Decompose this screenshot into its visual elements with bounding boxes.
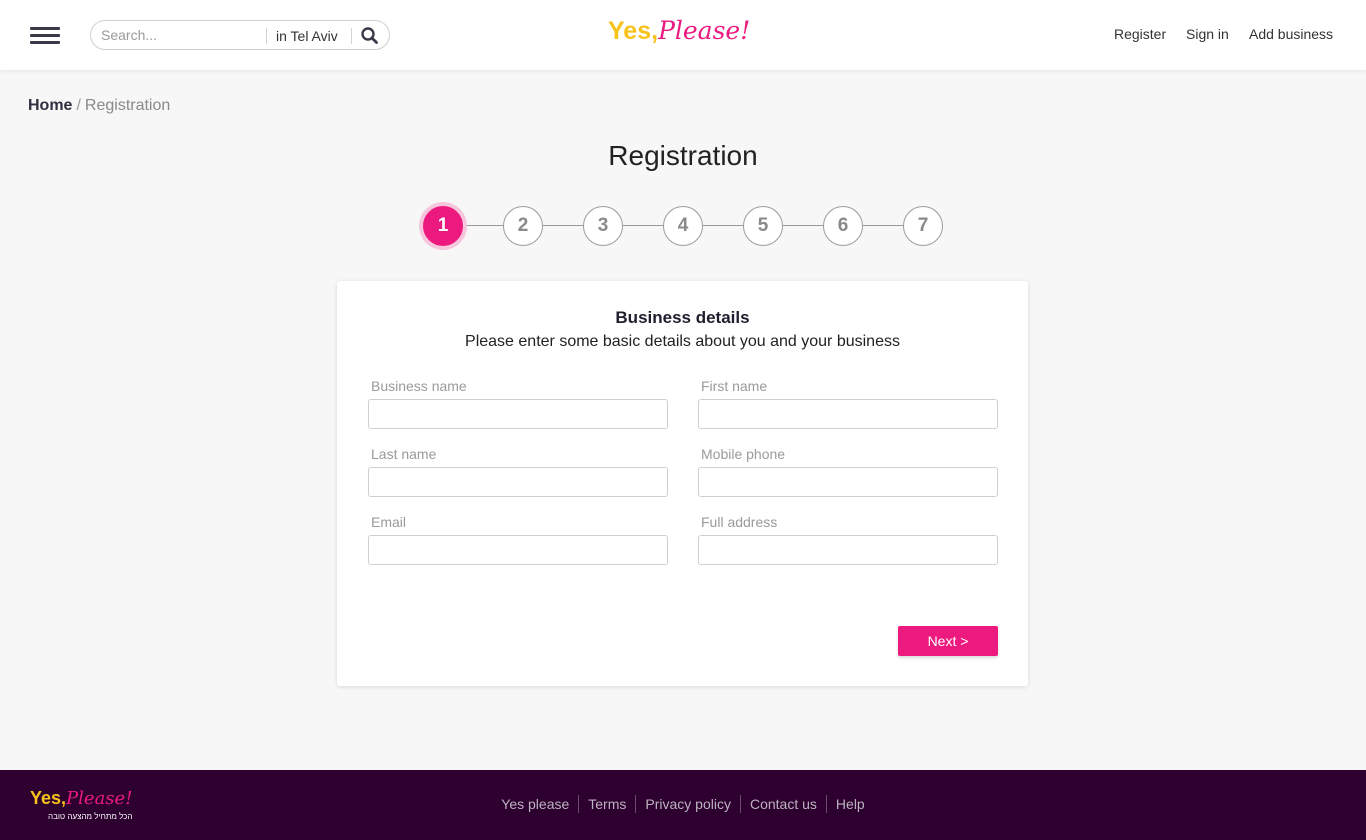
form-subtitle: Please enter some basic details about yo… <box>465 333 900 350</box>
page-title: Registration <box>608 140 758 171</box>
site-logo[interactable]: Yes,Please! <box>608 16 750 52</box>
form-title: Business details <box>615 308 750 327</box>
logo-please: Please! <box>658 16 751 45</box>
footer-links: Yes please Terms Privacy policy Contact us H… <box>0 795 1366 813</box>
step-1[interactable]: 1 <box>423 206 463 246</box>
mobile-phone-label: Mobile phone <box>701 446 786 462</box>
step-7[interactable]: 7 <box>903 206 943 246</box>
step-5[interactable]: 5 <box>743 206 783 246</box>
step-4[interactable]: 4 <box>663 206 703 246</box>
full-address-field[interactable] <box>698 535 998 565</box>
registration-stepper: 1 2 3 4 5 6 7 <box>0 206 1366 246</box>
search-bar: in Tel Aviv <box>90 20 390 50</box>
email-field[interactable] <box>368 535 668 565</box>
breadcrumb: Home / Registration <box>28 97 170 115</box>
search-divider <box>266 28 267 44</box>
footer-link-contact-us[interactable]: Contact us <box>739 795 826 813</box>
step-connector <box>463 225 503 226</box>
step-connector <box>863 225 903 226</box>
first-name-field[interactable] <box>698 399 998 429</box>
step-connector <box>543 225 583 226</box>
registration-form-card: Business details Please enter some basic… <box>337 281 1028 686</box>
logo-yes: Yes, <box>608 17 659 45</box>
hamburger-menu-icon[interactable] <box>30 27 60 45</box>
mobile-phone-field[interactable] <box>698 467 998 497</box>
location-selector[interactable]: in Tel Aviv <box>276 28 338 44</box>
last-name-label: Last name <box>371 446 437 462</box>
footer-link-help[interactable]: Help <box>825 795 874 813</box>
breadcrumb-home[interactable]: Home <box>28 97 72 114</box>
first-name-label: First name <box>701 378 768 394</box>
footer-link-privacy-policy[interactable]: Privacy policy <box>635 795 740 813</box>
search-input[interactable] <box>101 25 261 45</box>
last-name-field[interactable] <box>368 467 668 497</box>
register-link[interactable]: Register <box>1114 26 1166 42</box>
top-header: in Tel Aviv Yes,Please! Register Sign in… <box>0 0 1366 70</box>
business-name-label: Business name <box>371 378 467 394</box>
email-label: Email <box>371 514 407 530</box>
business-name-field[interactable] <box>368 399 668 429</box>
step-6[interactable]: 6 <box>823 206 863 246</box>
step-connector <box>623 225 663 226</box>
site-footer: Yes,Please! הכל מתחיל מהצעה טובה Yes ple… <box>0 770 1366 840</box>
search-icon[interactable] <box>359 25 381 47</box>
breadcrumb-current: Registration <box>84 97 171 114</box>
add-business-link[interactable]: Add business <box>1249 26 1333 42</box>
footer-tagline: הכל מתחיל מהצעה טובה <box>48 812 133 821</box>
step-connector <box>703 225 743 226</box>
step-3[interactable]: 3 <box>583 206 623 246</box>
sign-in-link[interactable]: Sign in <box>1186 26 1229 42</box>
full-address-label: Full address <box>701 514 778 530</box>
search-divider <box>351 28 352 44</box>
step-2[interactable]: 2 <box>503 206 543 246</box>
footer-link-terms[interactable]: Terms <box>578 795 635 813</box>
next-button[interactable]: Next > <box>898 626 998 656</box>
footer-link-yes-please[interactable]: Yes please <box>492 795 578 813</box>
breadcrumb-separator: / <box>76 97 81 114</box>
step-connector <box>783 225 823 226</box>
